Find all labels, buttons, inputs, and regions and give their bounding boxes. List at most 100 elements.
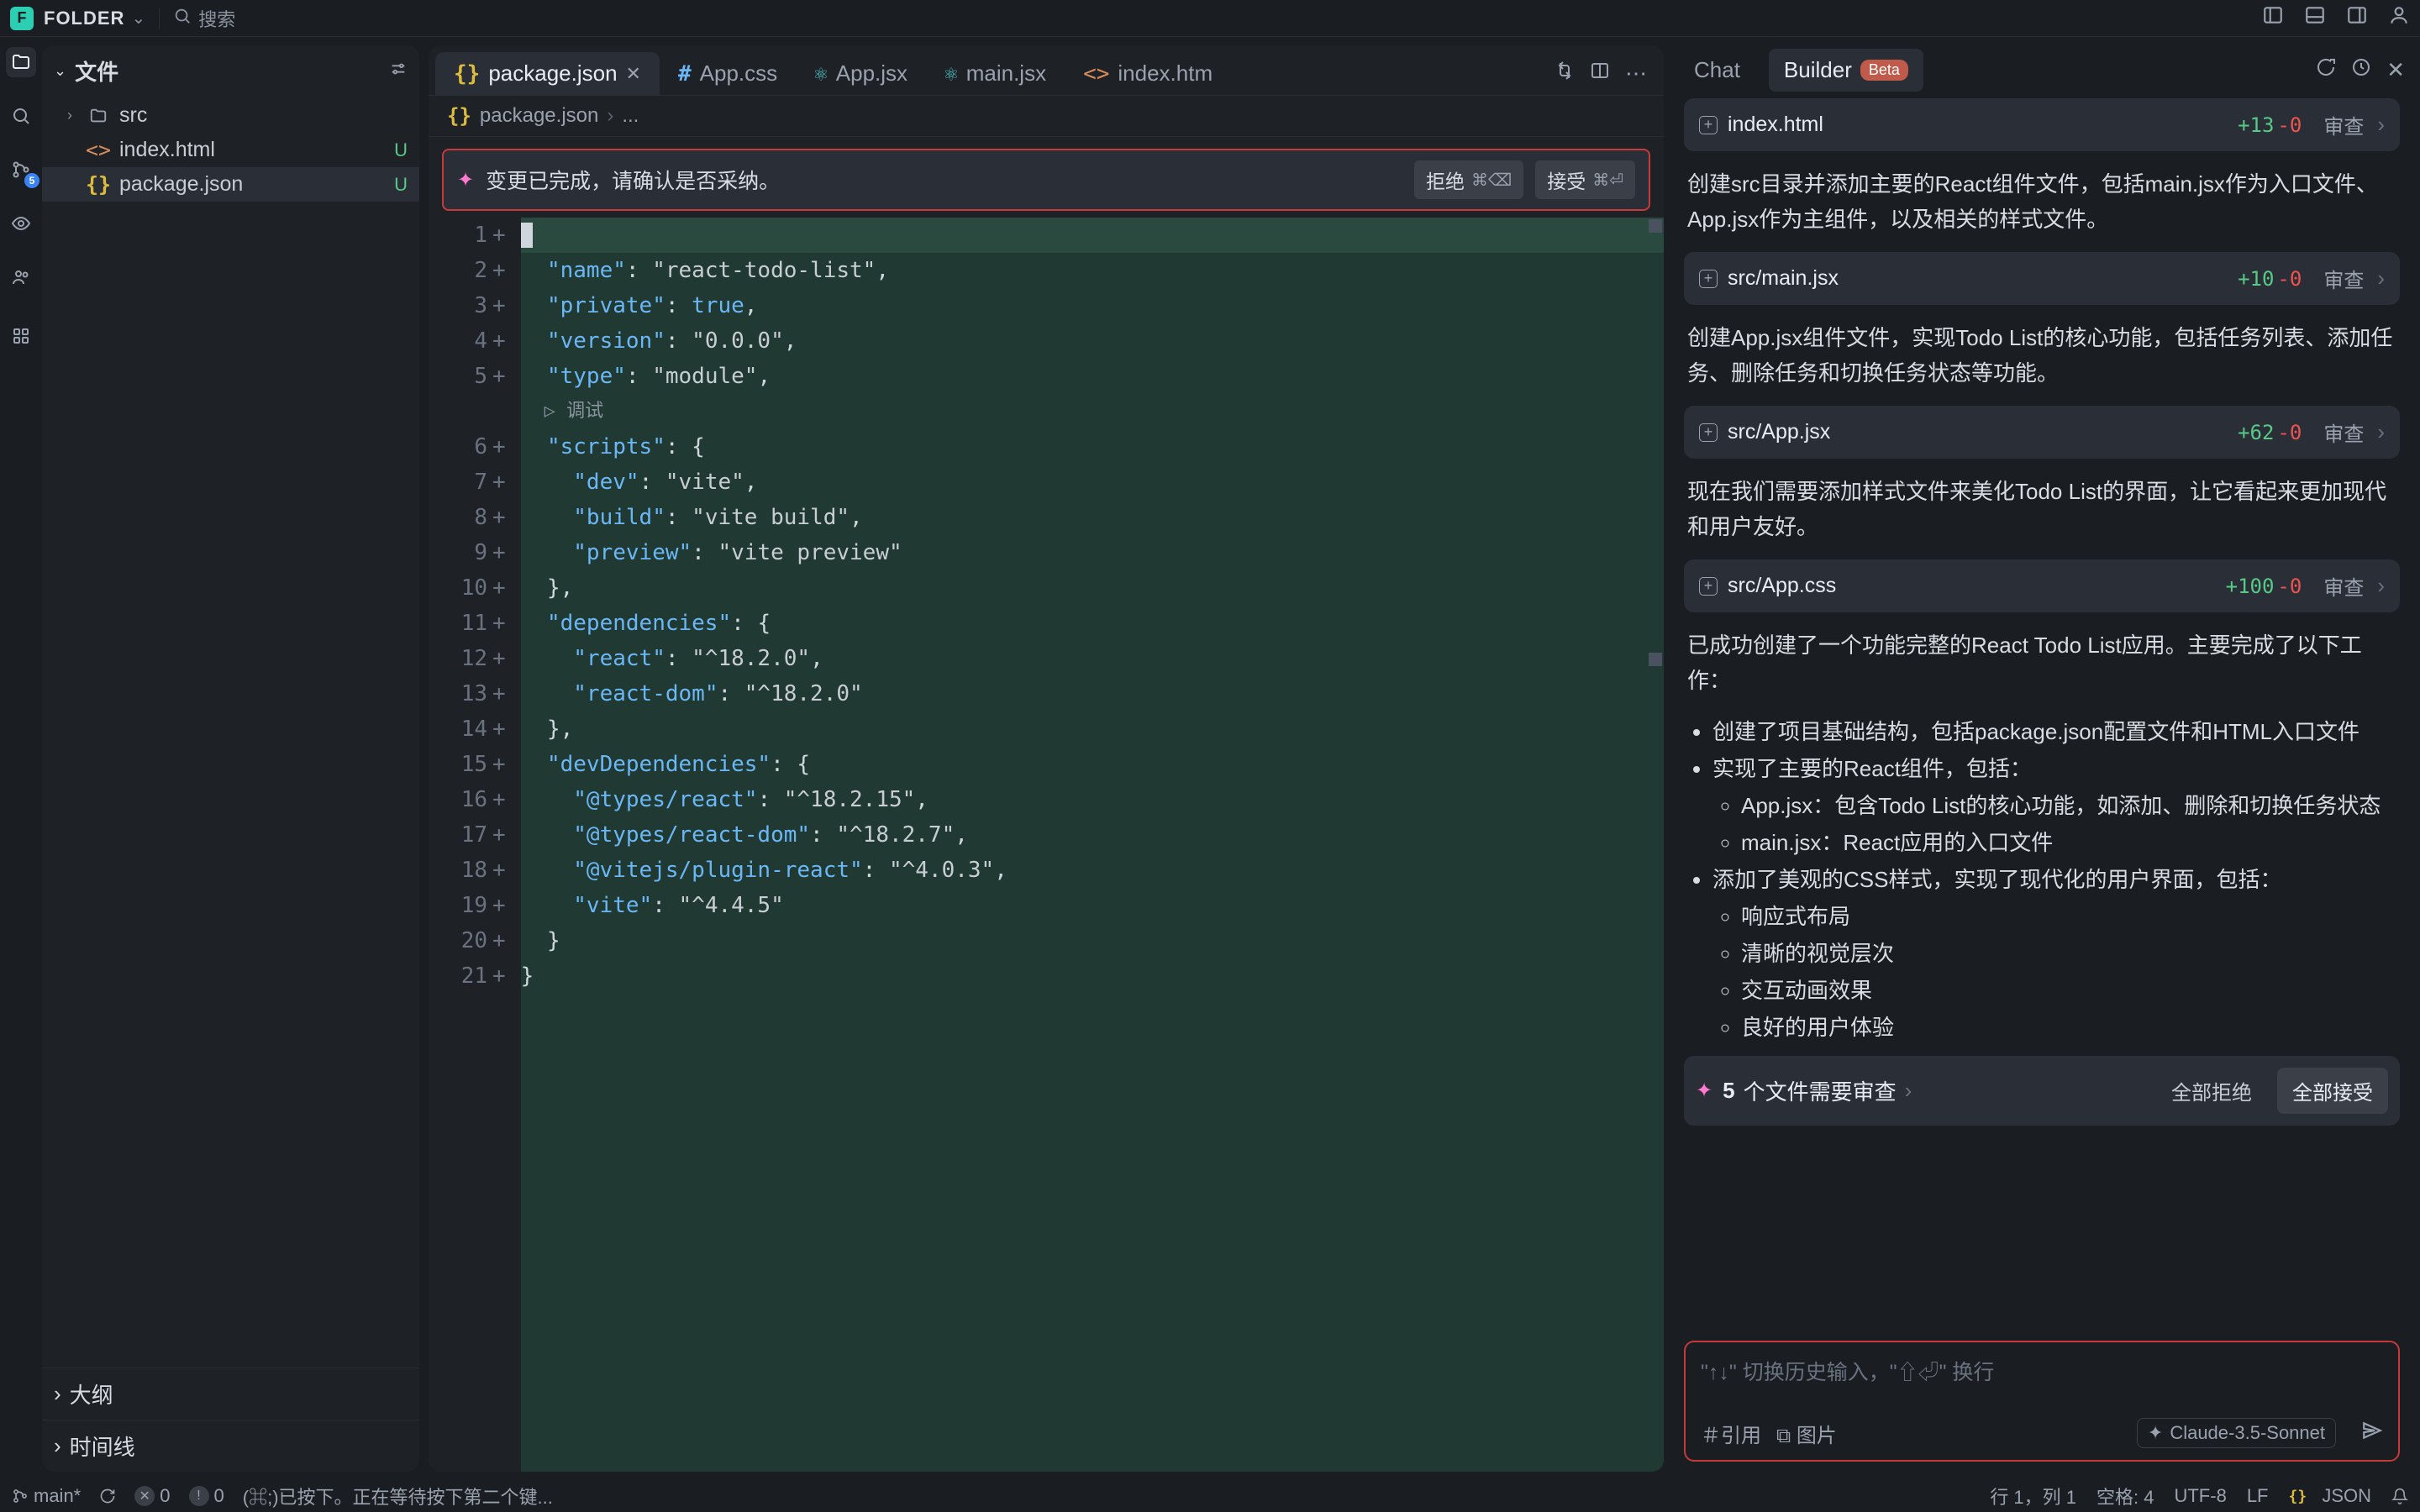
reject-button[interactable]: 拒绝 ⌘⌫ [1414, 160, 1523, 199]
ai-message: 现在我们需要添加样式文件来美化Todo List的界面，让它看起来更加现代和用户… [1684, 469, 2400, 549]
plus-icon: + [1699, 577, 1718, 596]
search-input[interactable]: 搜索 [173, 5, 235, 32]
indentation[interactable]: 空格: 4 [2096, 1483, 2154, 1509]
separator [159, 8, 160, 29]
review-link[interactable]: 审查 [2323, 571, 2364, 601]
reject-all-button[interactable]: 全部拒绝 [2156, 1068, 2267, 1114]
file-card-index-html[interactable]: + index.html +13 -0 审查 › [1684, 98, 2400, 151]
panel-bottom-icon[interactable] [2304, 4, 2326, 32]
review-link[interactable]: 审查 [2323, 110, 2364, 139]
review-link[interactable]: 审查 [2323, 417, 2364, 447]
separator: › [607, 104, 613, 128]
users-icon[interactable] [6, 262, 36, 292]
tab-app-jsx[interactable]: ⚛ App.jsx [796, 52, 926, 95]
file-card-app-css[interactable]: + src/App.css +100 -0 审查 › [1684, 559, 2400, 612]
accept-button[interactable]: 接受 ⌘⏎ [1535, 160, 1635, 199]
chevron-down-icon[interactable]: ⌄ [131, 8, 145, 29]
sync-icon[interactable] [99, 1488, 116, 1504]
settings-sliders-icon[interactable] [389, 58, 408, 84]
scm-status-u: U [394, 139, 408, 161]
breadcrumb-root: package.json [480, 104, 598, 128]
app-icon[interactable]: F [10, 7, 34, 30]
html-icon: <> [87, 139, 109, 161]
codelens-debug[interactable]: ▷ 调试 [521, 394, 1664, 429]
ai-panel: Chat Builder Beta ✕ + index.html +13 -0 … [1672, 37, 2420, 1480]
user-icon[interactable] [2388, 4, 2410, 32]
chevron-right-icon: › [62, 107, 77, 124]
timeline-title: 时间线 [70, 1431, 135, 1462]
explorer-icon[interactable] [6, 47, 36, 77]
json-icon: {} [454, 61, 480, 87]
input-placeholder: "↑↓" 切换历史输入，"⇧⏎" 换行 [1686, 1342, 2398, 1410]
panel-right-icon[interactable] [2346, 4, 2368, 32]
cursor-position[interactable]: 行 1，列 1 [1990, 1483, 2076, 1509]
language-mode[interactable]: {} JSON [2289, 1485, 2372, 1507]
files-panel-header[interactable]: ⌄ 文件 [42, 45, 419, 97]
ai-bullet-list: 创建了项目基础结构，包括package.json配置文件和HTML入口文件 实现… [1684, 713, 2400, 1046]
tab-builder[interactable]: Builder Beta [1769, 49, 1923, 92]
kbd-hint: ⌘⌫ [1471, 170, 1512, 191]
tab-main-jsx[interactable]: ⚛ main.jsx [926, 52, 1065, 95]
encoding[interactable]: UTF-8 [2174, 1485, 2226, 1507]
tree-file-package-json[interactable]: {} package.json U [42, 167, 419, 202]
code-editor[interactable]: 12345 6789101112131415161718192021 +++++… [429, 218, 1664, 1472]
warnings-indicator[interactable]: !0 [189, 1485, 224, 1507]
panel-left-icon[interactable] [2262, 4, 2284, 32]
editor: {} package.json ✕ # App.css ⚛ App.jsx ⚛ … [429, 37, 1672, 1480]
tab-package-json[interactable]: {} package.json ✕ [435, 52, 660, 95]
breadcrumb[interactable]: {} package.json › ... [429, 96, 1664, 137]
code-content[interactable]: { "name": "react-todo-list", "private": … [521, 218, 1664, 1472]
line-number-gutter: 12345 6789101112131415161718192021 [435, 218, 492, 1472]
eye-icon[interactable] [6, 208, 36, 239]
errors-indicator[interactable]: ✕0 [134, 1485, 170, 1507]
close-icon[interactable]: ✕ [626, 63, 641, 85]
chat-input[interactable]: "↑↓" 切换历史输入，"⇧⏎" 换行 ＃引用 ⧉ 图片 ✦ Claude-3.… [1684, 1341, 2400, 1462]
tab-label: package.json [488, 60, 617, 87]
timeline-panel-header[interactable]: › 时间线 [42, 1420, 419, 1472]
json-icon: {} [87, 174, 109, 196]
review-link[interactable]: 审查 [2323, 264, 2364, 293]
tree-file-index-html[interactable]: <> index.html U [42, 133, 419, 167]
split-editor-icon[interactable] [1590, 60, 1610, 87]
sparkle-icon: ✦ [457, 168, 474, 192]
eol[interactable]: LF [2247, 1485, 2269, 1507]
chevron-right-icon: › [2377, 573, 2385, 599]
outline-panel-header[interactable]: › 大纲 [42, 1368, 419, 1420]
tree-label: src [119, 103, 147, 128]
ai-conversation[interactable]: + index.html +13 -0 审查 › 创建src目录并添加主要的Re… [1672, 95, 2412, 1331]
search-activity-icon[interactable] [6, 101, 36, 131]
notifications-icon[interactable] [2391, 1488, 2408, 1504]
cite-button[interactable]: ＃引用 [1701, 1419, 1761, 1448]
status-bar: main* ✕0 !0 (⌘;)已按下。正在等待按下第二个键... 行 1，列 … [0, 1480, 2420, 1512]
file-name: src/App.jsx [1728, 420, 1830, 444]
folder-icon [87, 105, 109, 127]
chevron-down-icon: ⌄ [54, 62, 66, 80]
file-card-app-jsx[interactable]: + src/App.jsx +62 -0 审查 › [1684, 406, 2400, 459]
html-icon: <> [1083, 61, 1109, 87]
pending-count[interactable]: 5 个文件需要审查 › [1723, 1075, 2146, 1106]
accept-all-button[interactable]: 全部接受 [2277, 1068, 2388, 1114]
search-icon [173, 7, 192, 30]
tab-app-css[interactable]: # App.css [660, 52, 796, 95]
diff-icon[interactable] [1555, 60, 1575, 87]
branch-indicator[interactable]: main* [12, 1485, 81, 1507]
model-picker[interactable]: ✦ Claude-3.5-Sonnet [2137, 1418, 2336, 1448]
minimap[interactable] [1647, 218, 1664, 666]
keychord-hint: (⌘;)已按下。正在等待按下第二个键... [243, 1483, 553, 1509]
new-chat-icon[interactable] [2316, 57, 2336, 83]
history-icon[interactable] [2351, 57, 2371, 83]
apps-icon[interactable] [6, 321, 36, 351]
tree-folder-src[interactable]: › src [42, 98, 419, 133]
image-button[interactable]: ⧉ 图片 [1776, 1419, 1837, 1448]
app-title[interactable]: FOLDER [44, 8, 124, 29]
tab-chat[interactable]: Chat [1679, 49, 1755, 92]
send-icon[interactable] [2361, 1420, 2383, 1447]
scm-badge: 5 [24, 173, 39, 188]
file-card-main-jsx[interactable]: + src/main.jsx +10 -0 审查 › [1684, 252, 2400, 305]
outline-title: 大纲 [70, 1378, 113, 1410]
tab-index-html[interactable]: <> index.htm [1065, 52, 1231, 95]
close-icon[interactable]: ✕ [2386, 57, 2405, 83]
file-name: src/App.css [1728, 574, 1836, 598]
source-control-icon[interactable]: 5 [6, 155, 36, 185]
more-icon[interactable]: ⋯ [1625, 60, 1647, 87]
